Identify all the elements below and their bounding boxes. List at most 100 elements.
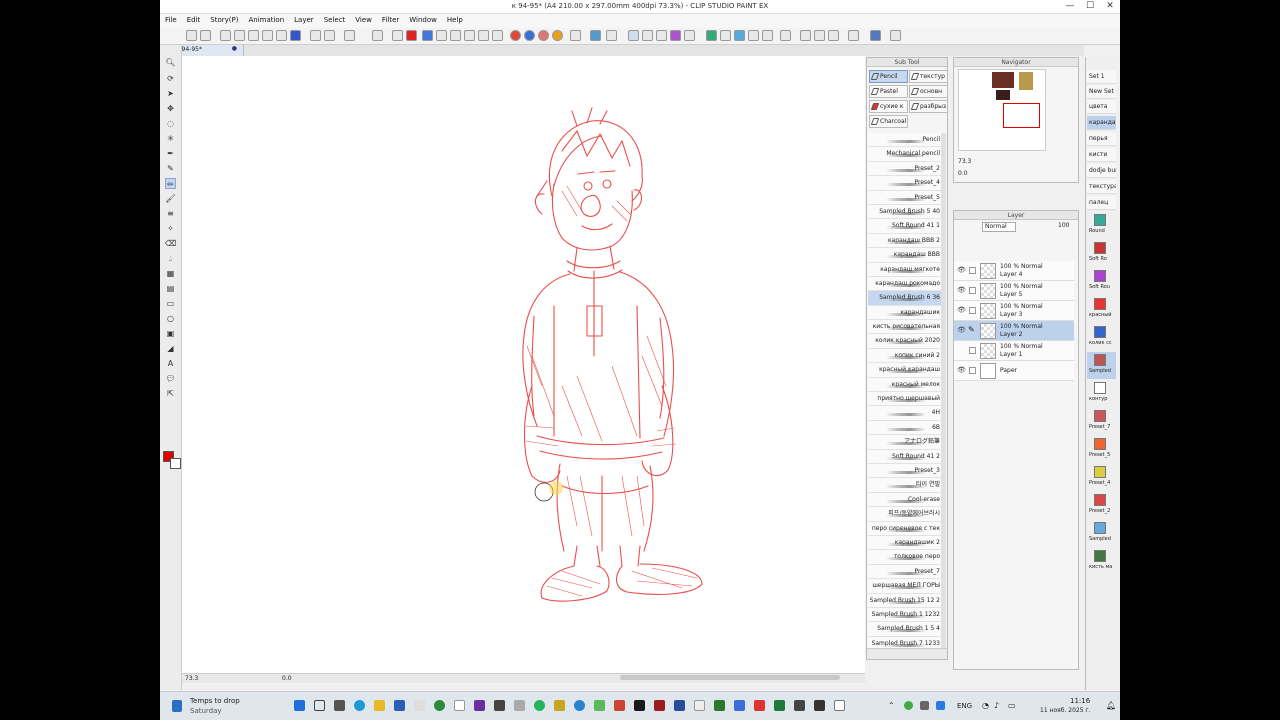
brush-set-item[interactable]: Preset_2	[1087, 492, 1116, 519]
brush-tool-icon[interactable]: 🖌︎	[165, 193, 176, 204]
eraser-icon[interactable]	[890, 30, 901, 41]
export-icon[interactable]	[276, 30, 287, 41]
menu-story[interactable]: Story(P)	[205, 14, 243, 26]
layer-row[interactable]: 👁︎ 100 % Normal Layer 3	[954, 301, 1074, 321]
app-icon[interactable]	[674, 700, 685, 711]
save-icon[interactable]	[248, 30, 259, 41]
list-item[interactable]: кисть рисовательная	[868, 320, 941, 335]
magic-wand-icon[interactable]: ✳	[165, 133, 176, 144]
color-history-icon[interactable]	[538, 30, 549, 41]
brush-set-item[interactable]: Preset_5	[1087, 436, 1116, 463]
subtool-tab-splatter[interactable]: разбрыз	[909, 100, 948, 113]
ruler-tool-icon[interactable]: ◢	[165, 343, 176, 354]
tray-icon[interactable]	[920, 701, 929, 710]
brush-set-item[interactable]: Preset_4	[1087, 464, 1116, 491]
menu-file[interactable]: File	[160, 14, 182, 26]
brush-set-item[interactable]: Sampled	[1087, 520, 1116, 547]
explorer-icon[interactable]	[374, 700, 385, 711]
tray-icon[interactable]	[904, 701, 913, 710]
subtool-tab-texture[interactable]: текстур	[909, 70, 948, 83]
lock-checkbox[interactable]	[969, 347, 976, 354]
lasso-tool-icon[interactable]: ◌	[165, 118, 176, 129]
app-icon[interactable]	[594, 700, 605, 711]
telegram-icon[interactable]	[574, 700, 585, 711]
notification-bell-icon[interactable]: 🔔︎	[1106, 701, 1116, 710]
list-item[interactable]: Preset_4	[868, 176, 941, 191]
smudge-icon[interactable]	[814, 30, 825, 41]
pen-tool-icon[interactable]	[706, 30, 717, 41]
list-item[interactable]: Sampled Brush 15 12 2	[868, 593, 941, 608]
figure-tool-icon[interactable]: ▭	[165, 298, 176, 309]
open-file-icon[interactable]	[234, 30, 245, 41]
list-item[interactable]: Sampled Brush 1 5 4	[868, 622, 941, 637]
text-tool-icon[interactable]: A	[165, 358, 176, 369]
document-tab[interactable]: к 94-95* ●	[172, 45, 244, 56]
whatsapp-icon[interactable]	[534, 700, 545, 711]
layer-row[interactable]: 👁︎ 100 % Normal Layer 5	[954, 281, 1074, 301]
subtool-tab-dry[interactable]: сухие к	[869, 100, 908, 113]
list-item[interactable]: карандаш BBB	[868, 248, 941, 263]
move-tool-icon[interactable]: ✥	[165, 103, 176, 114]
word-icon[interactable]	[734, 700, 745, 711]
vector-icon[interactable]	[780, 30, 791, 41]
layer-row[interactable]: 👁︎ Paper	[954, 361, 1074, 381]
brush-set-item[interactable]: Preset_7	[1087, 408, 1116, 435]
balloon-tool-icon[interactable]: 💬︎	[165, 373, 176, 384]
list-item[interactable]: アナログ鉛筆	[868, 435, 941, 450]
app-icon[interactable]	[434, 700, 445, 711]
clip-studio-taskbar-icon[interactable]	[454, 700, 465, 711]
droplet-icon[interactable]	[828, 30, 839, 41]
tray-chevron-icon[interactable]: ⌃	[888, 701, 895, 710]
set-tab[interactable]: dodje burn	[1087, 164, 1116, 178]
set-tab[interactable]: текстура	[1087, 180, 1116, 194]
lock-checkbox[interactable]	[969, 367, 976, 374]
wifi-icon[interactable]: ◔	[982, 701, 989, 710]
list-item[interactable]: Preset_7	[868, 564, 941, 580]
subtool-tab-charcoal[interactable]: Charcoal	[869, 115, 908, 128]
invert-selection-icon[interactable]	[450, 30, 461, 41]
menu-filter[interactable]: Filter	[377, 14, 404, 26]
layer-row[interactable]: 100 % Normal Layer 1	[954, 341, 1074, 361]
tray-icon[interactable]	[936, 701, 945, 710]
menu-select[interactable]: Select	[319, 14, 351, 26]
blend-icon[interactable]	[800, 30, 811, 41]
deselect-icon[interactable]	[436, 30, 447, 41]
clear-icon[interactable]	[392, 30, 403, 41]
app-icon[interactable]	[694, 700, 705, 711]
menu-view[interactable]: View	[350, 14, 377, 26]
drawing-canvas[interactable]	[182, 56, 865, 673]
list-item[interactable]: карандашик 2	[868, 535, 941, 551]
set-tab[interactable]: кисти	[1087, 148, 1116, 162]
clock-time[interactable]: 11:16	[1070, 697, 1090, 705]
pen-icon[interactable]: ✎	[165, 163, 176, 174]
list-item[interactable]: красный карандаш	[868, 363, 941, 378]
rotate-icon[interactable]	[670, 30, 681, 41]
stroke-icon[interactable]	[848, 30, 859, 41]
angle-readout[interactable]: 0.0	[282, 675, 292, 682]
set-tab[interactable]: цвета	[1087, 100, 1116, 114]
correct-line-icon[interactable]: ⇱	[165, 388, 176, 399]
gradient-tool-icon[interactable]: ▤	[165, 283, 176, 294]
line-icon[interactable]	[720, 30, 731, 41]
brush-set-item[interactable]: Round	[1087, 212, 1116, 239]
list-item[interactable]: карандашик	[868, 305, 941, 321]
list-item[interactable]: Pencil	[868, 133, 941, 148]
eye-icon[interactable]: 👁︎	[957, 366, 966, 374]
decoration-tool-icon[interactable]: ≡	[165, 208, 176, 219]
list-item[interactable]: колик красный 2020	[868, 334, 941, 349]
share-icon[interactable]	[290, 30, 301, 41]
eraser-tool-icon[interactable]: ⌫	[165, 238, 176, 249]
app-icon[interactable]	[834, 700, 845, 711]
battery-icon[interactable]: ▭	[1008, 701, 1016, 710]
list-item[interactable]: Soft Round 41 2	[868, 449, 941, 464]
list-item[interactable]: приятно шершавый	[868, 392, 941, 407]
subtool-tab-pencil[interactable]: Pencil	[869, 70, 908, 83]
app-icon[interactable]	[614, 700, 625, 711]
loading-icon[interactable]	[344, 30, 355, 41]
list-item[interactable]: толковое перо	[868, 550, 941, 565]
list-item[interactable]: Preset_5	[868, 190, 941, 205]
menu-help[interactable]: Help	[442, 14, 468, 26]
subtool-tab-basic[interactable]: основн	[909, 85, 948, 98]
search-icon[interactable]	[314, 700, 325, 711]
app-icon[interactable]	[414, 700, 425, 711]
